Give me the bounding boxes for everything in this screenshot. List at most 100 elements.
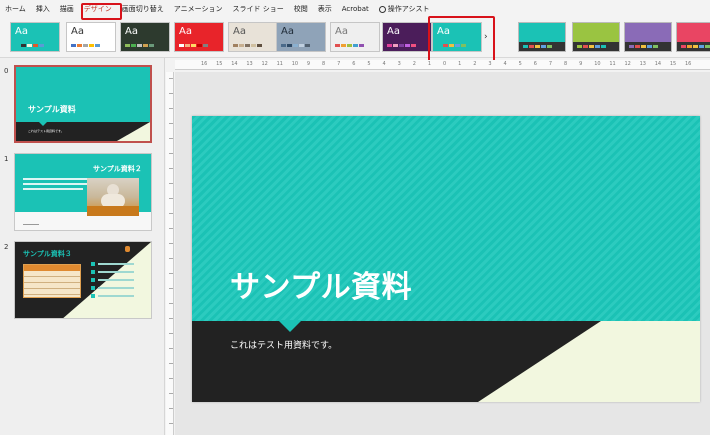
theme-color-swatch — [137, 44, 142, 47]
ruler-tick — [169, 198, 173, 199]
theme-color-swatch — [143, 44, 148, 47]
theme-color-swatch — [287, 44, 292, 47]
theme-color-swatch — [461, 44, 466, 47]
variant-color-swatch — [577, 45, 582, 48]
tab-insert[interactable]: 挿入 — [31, 0, 55, 18]
theme-color-bars — [335, 44, 364, 47]
variant-color-bars — [577, 45, 606, 48]
theme-color-swatch — [335, 44, 340, 47]
variant-color-swatch — [601, 45, 606, 48]
chevron-right-icon[interactable]: › — [484, 32, 488, 42]
cat-photo — [87, 178, 139, 216]
variant-color-swatch — [583, 45, 588, 48]
ruler-label: 10 — [594, 61, 601, 67]
variant-color-swatch — [687, 45, 692, 48]
tab-review[interactable]: 校閲 — [289, 0, 313, 18]
theme-thumb-aa: Aa — [179, 26, 192, 37]
theme-color-bars — [281, 44, 310, 47]
slide-subtitle[interactable]: これはテスト用資料です。 — [230, 338, 337, 351]
theme-thumb-aa: Aa — [233, 26, 246, 37]
ruler-label: 3 — [397, 61, 401, 67]
theme-color-swatch — [39, 44, 44, 47]
theme-color-bars — [387, 44, 416, 47]
theme-color-swatch — [411, 44, 416, 47]
slide-thumb-title: サンプル資料 — [28, 105, 76, 114]
ruler-label: 2 — [412, 61, 416, 67]
ruler-tick — [169, 183, 173, 184]
ruler-label: 7 — [337, 61, 341, 67]
theme-thumbnail-3[interactable]: Aa — [174, 22, 224, 52]
ruler-label: 5 — [367, 61, 371, 67]
variant-color-swatch — [681, 45, 686, 48]
ruler-label: 1 — [427, 61, 432, 67]
variant-color-bars — [681, 45, 710, 48]
slide-title[interactable]: サンプル資料 — [230, 262, 412, 306]
tab-acrobat[interactable]: Acrobat — [337, 0, 374, 18]
ruler-label: 2 — [473, 61, 477, 67]
slide-thumbnail-2[interactable]: サンプル資料３ — [14, 241, 152, 319]
ruler-tick — [169, 408, 173, 409]
tab-transitions[interactable]: 画面切り替え — [117, 0, 169, 18]
theme-color-swatch — [239, 44, 244, 47]
variant-thumbnail-1[interactable] — [572, 22, 620, 52]
ruler-tick — [169, 333, 173, 334]
ruler-label: 16 — [201, 61, 208, 67]
theme-color-swatch — [281, 44, 286, 47]
ruler-tick — [169, 138, 173, 139]
variant-thumbnail-2[interactable] — [624, 22, 672, 52]
ruler-label: 6 — [533, 61, 537, 67]
variant-color-swatch — [641, 45, 646, 48]
ruler-label: 0 — [443, 61, 447, 67]
variant-color-swatch — [705, 45, 710, 48]
ruler-tick — [169, 363, 173, 364]
slide-number: 1 — [4, 155, 9, 163]
variant-thumbnail-0[interactable] — [518, 22, 566, 52]
ruler-tick — [169, 348, 173, 349]
theme-thumbnail-6[interactable]: Aa — [330, 22, 380, 52]
variant-color-bars — [629, 45, 658, 48]
theme-color-swatch — [245, 44, 250, 47]
theme-color-swatch — [185, 44, 190, 47]
theme-thumbnail-1[interactable]: Aa — [66, 22, 116, 52]
ruler-label: 4 — [503, 61, 507, 67]
tab-view[interactable]: 表示 — [313, 0, 337, 18]
ruler-tick — [169, 213, 173, 214]
theme-thumbnail-5[interactable]: Aa — [276, 22, 326, 52]
theme-thumbnail-4[interactable]: Aa — [228, 22, 278, 52]
tab-animations[interactable]: アニメーション — [169, 0, 228, 18]
tab-draw[interactable]: 描画 — [55, 0, 79, 18]
tab-design[interactable]: デザイン — [79, 0, 117, 18]
theme-color-swatch — [293, 44, 298, 47]
theme-color-swatch — [77, 44, 82, 47]
ruler-label: 9 — [579, 61, 583, 67]
slide-thumbnail-1[interactable]: サンプル資料２ — [14, 153, 152, 231]
ribbon-tab-bar: ホーム 挿入 描画 デザイン 画面切り替え アニメーション スライド ショー 校… — [0, 0, 710, 18]
theme-thumbnail-7[interactable]: Aa — [382, 22, 432, 52]
slide-thumbnail-0[interactable]: サンプル資料 これはテスト用資料です。 — [14, 65, 152, 143]
tell-me-box[interactable]: 操作アシスト — [374, 0, 435, 18]
tab-slideshow[interactable]: スライド ショー — [228, 0, 289, 18]
ruler-tick — [169, 288, 173, 289]
variant-color-swatch — [653, 45, 658, 48]
variant-thumbnail-3[interactable] — [676, 22, 710, 52]
ruler-label: 10 — [291, 61, 299, 67]
theme-thumbnail-8[interactable]: Aa — [432, 22, 482, 52]
theme-thumbnail-0[interactable]: Aa — [10, 22, 60, 52]
ruler-tick — [169, 108, 173, 109]
slide-canvas[interactable]: サンプル資料 これはテスト用資料です。 — [192, 116, 700, 402]
theme-thumb-aa: Aa — [437, 26, 450, 37]
theme-color-swatch — [353, 44, 358, 47]
tell-me-label: 操作アシスト — [387, 5, 430, 13]
tab-home[interactable]: ホーム — [0, 0, 31, 18]
theme-color-swatch — [257, 44, 262, 47]
variant-color-swatch — [647, 45, 652, 48]
variant-color-bars — [523, 45, 552, 48]
vertical-ruler — [166, 72, 174, 435]
theme-color-swatch — [95, 44, 100, 47]
theme-color-swatch — [437, 44, 442, 47]
theme-color-swatch — [179, 44, 184, 47]
ruler-tick — [169, 258, 173, 259]
theme-color-swatch — [21, 44, 26, 47]
theme-thumbnail-2[interactable]: Aa — [120, 22, 170, 52]
slide-cream-wedge — [478, 321, 700, 402]
